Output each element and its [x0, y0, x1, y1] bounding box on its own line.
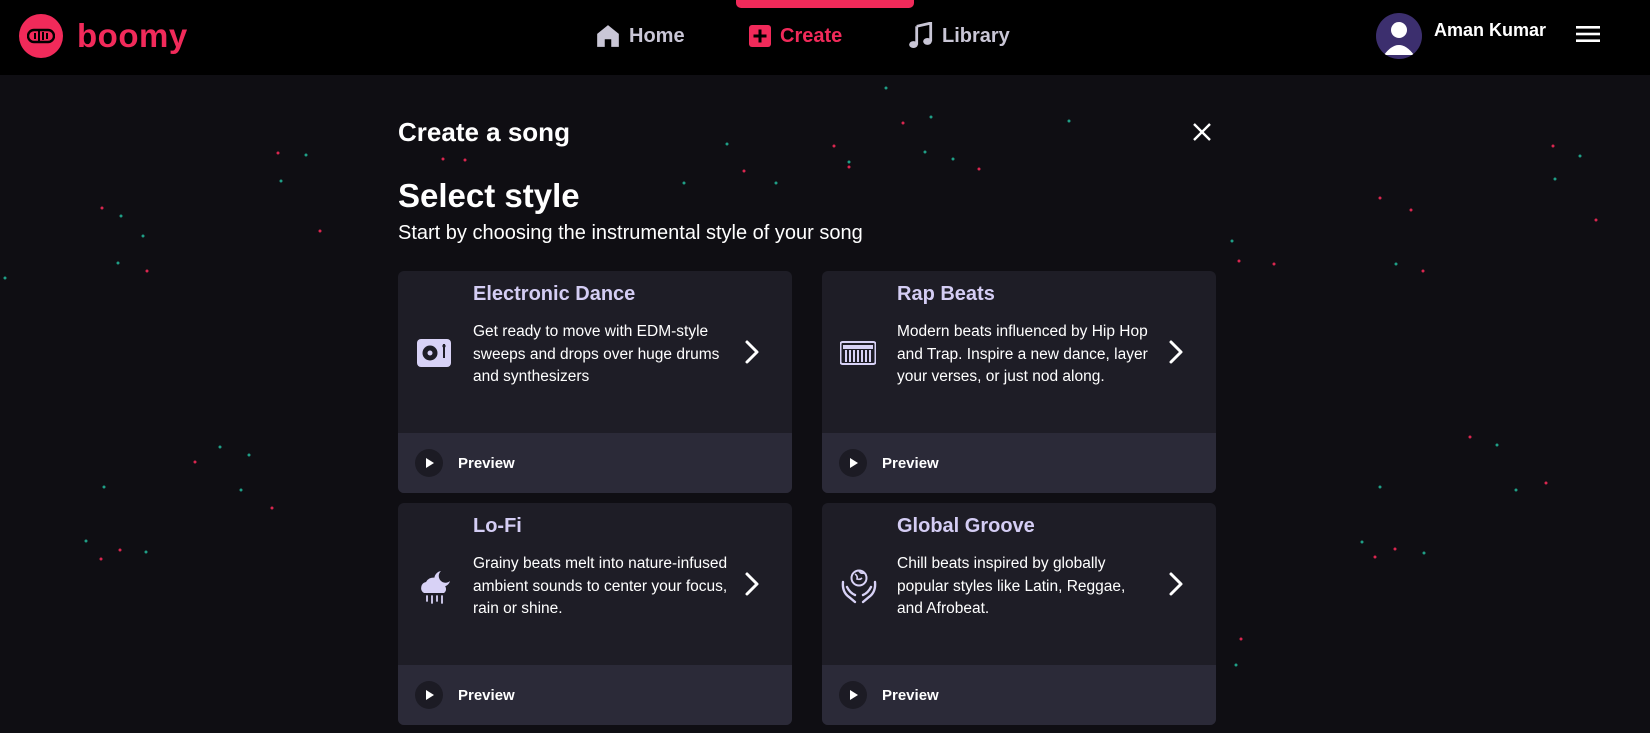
style-card-global-groove[interactable]: Global Groove Chill beats inspired by gl…: [822, 503, 1216, 725]
user-avatar[interactable]: [1375, 13, 1422, 59]
turntable-icon: [416, 335, 452, 371]
preview-bar[interactable]: Preview: [822, 433, 1216, 493]
user-avatar-icon: [1383, 22, 1414, 55]
nav-create[interactable]: Create: [736, 0, 914, 72]
card-description: Grainy beats melt into nature-infused am…: [473, 555, 728, 617]
boomy-logo-mark: [19, 14, 63, 58]
play-icon[interactable]: [415, 681, 443, 709]
style-card-rap-beats[interactable]: Rap Beats Modern beats influenced by Hip…: [822, 271, 1216, 493]
preview-label: Preview: [458, 686, 515, 704]
keyboard-icon: [839, 335, 877, 371]
create-song-panel: Create a song Select style Start by choo…: [398, 75, 1218, 733]
chevron-right-icon[interactable]: [743, 571, 761, 602]
play-icon[interactable]: [839, 449, 867, 477]
card-description: Get ready to move with EDM-style sweeps …: [473, 323, 720, 385]
step-title: Select style: [398, 177, 580, 214]
user-menu: Aman Kumar: [1375, 12, 1600, 60]
music-note-icon: [909, 22, 933, 49]
card-title: Electronic Dance: [473, 283, 636, 305]
chevron-right-icon[interactable]: [743, 339, 761, 370]
home-icon: [597, 25, 619, 47]
nav-library[interactable]: Library: [908, 0, 1010, 72]
main-nav: Home Create Library: [595, 0, 1010, 72]
card-description: Chill beats inspired by globally popular…: [897, 555, 1126, 617]
preview-bar[interactable]: Preview: [398, 433, 792, 493]
card-title: Lo-Fi: [473, 515, 522, 537]
chevron-right-icon[interactable]: [1167, 339, 1185, 370]
cloud-moon-rain-icon: [416, 567, 452, 604]
card-title: Rap Beats: [897, 283, 995, 305]
preview-label: Preview: [882, 454, 939, 472]
globe-hands-icon: [840, 567, 877, 604]
card-description: Modern beats influenced by Hip Hop and T…: [897, 323, 1148, 385]
hamburger-menu-icon[interactable]: [1576, 25, 1600, 48]
panel-title: Create a song: [398, 117, 570, 147]
style-card-electronic-dance[interactable]: Electronic Dance Get ready to move with …: [398, 271, 792, 493]
top-navigation-bar: boomy Home Create Library Aman Kumar: [0, 0, 1650, 75]
plus-square-icon: [749, 25, 771, 47]
play-icon[interactable]: [415, 449, 443, 477]
preview-bar[interactable]: Preview: [398, 665, 792, 725]
card-title: Global Groove: [897, 515, 1035, 537]
user-name: Aman Kumar: [1433, 19, 1546, 40]
nav-home-label: Home: [629, 24, 685, 47]
preview-bar[interactable]: Preview: [822, 665, 1216, 725]
play-icon[interactable]: [839, 681, 867, 709]
nav-create-label: Create: [780, 24, 843, 47]
preview-label: Preview: [882, 686, 939, 704]
nav-home[interactable]: Home: [595, 0, 748, 72]
style-card-lo-fi[interactable]: Lo-Fi Grainy beats melt into nature-infu…: [398, 503, 792, 725]
boomy-logo-text: boomy: [77, 17, 188, 54]
close-icon[interactable]: [1190, 120, 1214, 144]
chevron-right-icon[interactable]: [1167, 571, 1185, 602]
step-subtitle: Start by choosing the instrumental style…: [398, 222, 863, 244]
boomy-logo[interactable]: boomy: [19, 14, 188, 58]
nav-library-label: Library: [942, 24, 1010, 47]
preview-label: Preview: [458, 454, 515, 472]
